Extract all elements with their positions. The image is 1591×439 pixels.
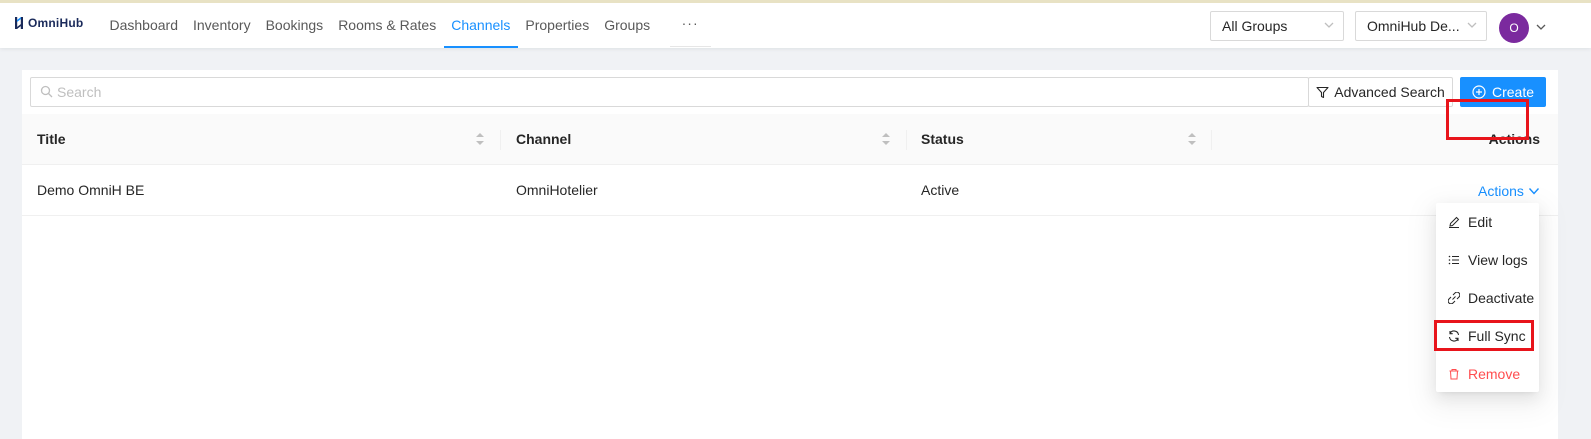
nav-item-properties[interactable]: Properties: [518, 3, 597, 48]
actions-dropdown-menu: Edit View logs Deactivate Full Sync Remo…: [1436, 203, 1539, 392]
menu-item-label: Remove: [1468, 366, 1521, 382]
menu-item-label: View logs: [1468, 252, 1528, 268]
menu-item-view-logs[interactable]: View logs: [1436, 241, 1539, 279]
top-navigation-bar: OmniHub Dashboard Inventory Bookings Roo…: [0, 0, 1591, 48]
column-header-title[interactable]: Title: [37, 114, 66, 165]
chevron-down-icon[interactable]: [1535, 17, 1547, 40]
advanced-search-label: Advanced Search: [1334, 84, 1445, 100]
omnihub-logo-icon: [15, 17, 23, 29]
search-icon: [40, 85, 53, 101]
create-label: Create: [1491, 84, 1535, 100]
nav-item-dashboard[interactable]: Dashboard: [102, 3, 186, 48]
menu-item-deactivate[interactable]: Deactivate: [1436, 279, 1539, 317]
menu-item-remove[interactable]: Remove: [1436, 355, 1539, 393]
search-input[interactable]: [57, 79, 1297, 105]
table-header: Title Channel Status Actions: [22, 114, 1558, 165]
property-select-value: OmniHub De...: [1367, 18, 1460, 34]
column-header-channel[interactable]: Channel: [516, 114, 571, 165]
sort-icon[interactable]: [1187, 131, 1197, 147]
table-row[interactable]: Demo OmniH BE OmniHotelier Active Action…: [22, 165, 1558, 216]
group-select-value: All Groups: [1222, 18, 1288, 34]
column-divider: [906, 130, 907, 150]
plus-circle-icon: [1472, 85, 1486, 99]
advanced-search-button[interactable]: Advanced Search: [1308, 77, 1453, 107]
chevron-down-icon: [1528, 187, 1539, 195]
main-nav: Dashboard Inventory Bookings Rooms & Rat…: [102, 3, 711, 48]
sort-icon[interactable]: [475, 131, 485, 147]
nav-item-inventory[interactable]: Inventory: [186, 3, 259, 48]
search-box[interactable]: [30, 77, 1309, 107]
brand-logo[interactable]: OmniHub: [14, 15, 83, 31]
brand-name: OmniHub: [28, 16, 84, 30]
menu-item-label: Deactivate: [1468, 290, 1535, 306]
column-divider: [1211, 130, 1212, 150]
cell-channel: OmniHotelier: [516, 182, 598, 198]
actions-highlight-box: [1446, 99, 1529, 140]
cell-title: Demo OmniH BE: [37, 182, 145, 198]
column-divider: [500, 130, 501, 150]
link-break-icon: [1448, 292, 1460, 304]
sort-icon[interactable]: [881, 131, 891, 147]
menu-item-label: Edit: [1468, 214, 1493, 230]
full-sync-highlight-box: [1434, 320, 1534, 351]
chevron-down-icon: [1323, 12, 1335, 49]
property-select[interactable]: OmniHub De...: [1355, 11, 1487, 41]
cell-status: Active: [921, 182, 960, 198]
edit-icon: [1449, 216, 1460, 228]
nav-item-groups[interactable]: Groups: [597, 3, 658, 48]
channels-panel: Advanced Search Create Title Channel Sta…: [22, 70, 1558, 439]
chevron-down-icon: [1466, 12, 1478, 49]
nav-more-button[interactable]: ···: [669, 3, 711, 47]
user-avatar[interactable]: O: [1499, 13, 1529, 43]
group-select[interactable]: All Groups: [1210, 11, 1344, 41]
menu-item-edit[interactable]: Edit: [1436, 203, 1539, 241]
filter-icon: [1316, 86, 1329, 98]
trash-icon: [1449, 369, 1459, 380]
nav-item-bookings[interactable]: Bookings: [258, 3, 331, 48]
list-icon: [1448, 255, 1459, 265]
nav-item-channels[interactable]: Channels: [443, 3, 518, 48]
nav-item-rooms-rates[interactable]: Rooms & Rates: [331, 3, 444, 48]
column-header-status[interactable]: Status: [921, 114, 964, 165]
